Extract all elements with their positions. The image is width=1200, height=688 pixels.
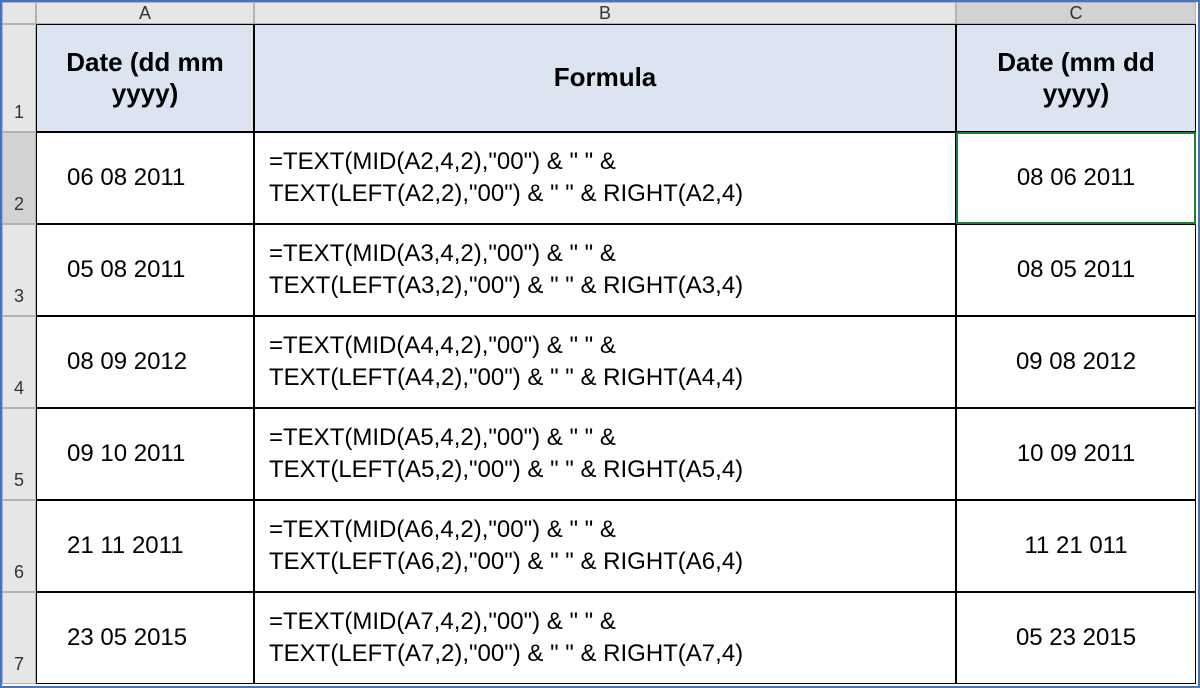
cell-C4[interactable]: 09 08 2012	[956, 316, 1196, 408]
formula-line-2: TEXT(LEFT(A7,2),"00") & " " & RIGHT(A7,4…	[269, 638, 743, 670]
row-header-1[interactable]: 1	[2, 24, 36, 132]
cell-C1[interactable]: Date (mm dd yyyy)	[956, 24, 1196, 132]
cell-B5[interactable]: =TEXT(MID(A5,4,2),"00") & " " & TEXT(LEF…	[254, 408, 956, 500]
cell-B3[interactable]: =TEXT(MID(A3,4,2),"00") & " " & TEXT(LEF…	[254, 224, 956, 316]
cell-C6[interactable]: 11 21 011	[956, 500, 1196, 592]
row-header-3[interactable]: 3	[2, 224, 36, 316]
cell-A3[interactable]: 05 08 2011	[36, 224, 254, 316]
cell-A2[interactable]: 06 08 2011	[36, 132, 254, 224]
row-header-7[interactable]: 7	[2, 592, 36, 684]
formula-line-2: TEXT(LEFT(A5,2),"00") & " " & RIGHT(A5,4…	[269, 454, 743, 486]
cell-A1[interactable]: Date (dd mm yyyy)	[36, 24, 254, 132]
cell-C7[interactable]: 05 23 2015	[956, 592, 1196, 684]
col-header-C[interactable]: C	[956, 2, 1196, 24]
row-header-6[interactable]: 6	[2, 500, 36, 592]
formula-line-2: TEXT(LEFT(A4,2),"00") & " " & RIGHT(A4,4…	[269, 362, 743, 394]
cell-A5[interactable]: 09 10 2011	[36, 408, 254, 500]
cell-C5[interactable]: 10 09 2011	[956, 408, 1196, 500]
row-header-2[interactable]: 2	[2, 132, 36, 224]
formula-line-1: =TEXT(MID(A2,4,2),"00") & " " &	[269, 146, 743, 178]
formula-line-2: TEXT(LEFT(A3,2),"00") & " " & RIGHT(A3,4…	[269, 270, 743, 302]
cell-B6[interactable]: =TEXT(MID(A6,4,2),"00") & " " & TEXT(LEF…	[254, 500, 956, 592]
cell-B2[interactable]: =TEXT(MID(A2,4,2),"00") & " " & TEXT(LEF…	[254, 132, 956, 224]
cell-A7[interactable]: 23 05 2015	[36, 592, 254, 684]
formula-line-2: TEXT(LEFT(A2,2),"00") & " " & RIGHT(A2,4…	[269, 178, 743, 210]
row-header-4[interactable]: 4	[2, 316, 36, 408]
cell-C2[interactable]: 08 06 2011	[956, 132, 1196, 224]
formula-line-1: =TEXT(MID(A4,4,2),"00") & " " &	[269, 330, 743, 362]
cell-B4[interactable]: =TEXT(MID(A4,4,2),"00") & " " & TEXT(LEF…	[254, 316, 956, 408]
cell-A4[interactable]: 08 09 2012	[36, 316, 254, 408]
row-header-5[interactable]: 5	[2, 408, 36, 500]
formula-line-1: =TEXT(MID(A5,4,2),"00") & " " &	[269, 422, 743, 454]
formula-line-1: =TEXT(MID(A7,4,2),"00") & " " &	[269, 606, 743, 638]
select-all-corner[interactable]	[2, 2, 36, 24]
cell-B7[interactable]: =TEXT(MID(A7,4,2),"00") & " " & TEXT(LEF…	[254, 592, 956, 684]
formula-line-2: TEXT(LEFT(A6,2),"00") & " " & RIGHT(A6,4…	[269, 546, 743, 578]
spreadsheet-grid[interactable]: A B C 1 Date (dd mm yyyy) Formula Date (…	[2, 2, 1198, 684]
cell-C3[interactable]: 08 05 2011	[956, 224, 1196, 316]
cell-A6[interactable]: 21 11 2011	[36, 500, 254, 592]
cell-B1[interactable]: Formula	[254, 24, 956, 132]
formula-line-1: =TEXT(MID(A6,4,2),"00") & " " &	[269, 514, 743, 546]
col-header-A[interactable]: A	[36, 2, 254, 24]
col-header-B[interactable]: B	[254, 2, 956, 24]
formula-line-1: =TEXT(MID(A3,4,2),"00") & " " &	[269, 238, 743, 270]
